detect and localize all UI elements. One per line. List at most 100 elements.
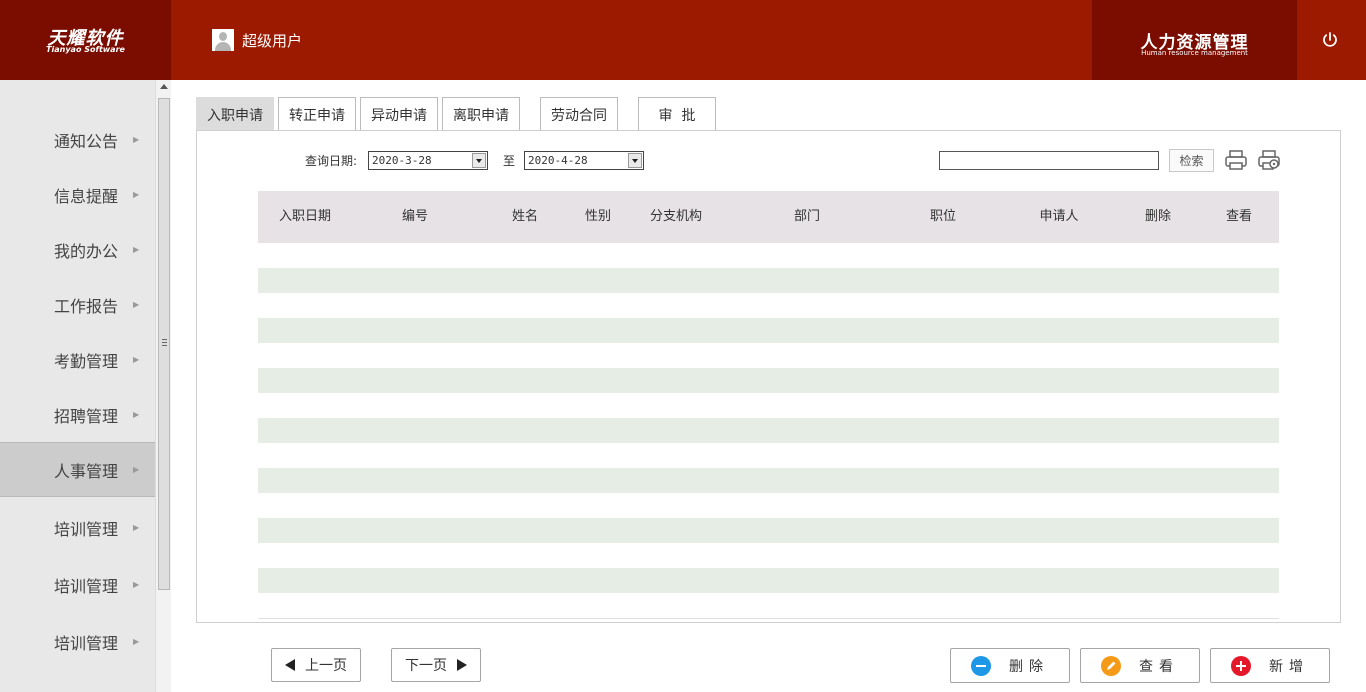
arrow-right-icon: ▶	[133, 410, 140, 419]
sidebar-item-label: 考勤管理	[54, 351, 119, 371]
sidebar-item-training[interactable]: 培训管理 ▶	[0, 500, 155, 555]
table-row[interactable]	[258, 243, 1279, 268]
tab-resignation[interactable]: 离职申请	[442, 97, 520, 131]
arrow-right-icon: ▶	[133, 190, 140, 199]
table-row[interactable]	[258, 468, 1279, 493]
prev-page-label: 上一页	[305, 658, 347, 674]
sidebar-item-attendance[interactable]: 考勤管理 ▶	[0, 332, 155, 387]
sidebar-item-label: 培训管理	[54, 576, 119, 596]
pencil-circle-icon	[1101, 655, 1121, 676]
column-header[interactable]: 职位	[930, 191, 956, 243]
tab-regularization[interactable]: 转正申请	[278, 97, 356, 131]
search-input[interactable]	[939, 151, 1159, 170]
sidebar-item-personnel[interactable]: 人事管理 ▶	[0, 442, 155, 497]
column-header[interactable]: 部门	[794, 191, 820, 243]
arrow-right-icon: ▶	[133, 135, 140, 144]
delete-label: 删除	[1009, 658, 1049, 675]
arrow-right-icon	[457, 659, 467, 671]
arrow-right-icon: ▶	[133, 580, 140, 589]
minus-circle-icon	[971, 655, 991, 676]
arrow-left-icon	[285, 659, 295, 671]
arrow-right-icon: ▶	[133, 300, 140, 309]
power-icon[interactable]	[1320, 30, 1340, 50]
view-button[interactable]: 查看	[1080, 648, 1200, 683]
start-date-select[interactable]: 2020-3-28	[368, 151, 488, 170]
search-button[interactable]: 检索	[1169, 149, 1214, 172]
table-row[interactable]	[258, 318, 1279, 343]
query-date-label: 查询日期:	[305, 154, 358, 168]
sidebar-item-label: 人事管理	[54, 461, 119, 481]
sidebar-item-reminder[interactable]: 信息提醒 ▶	[0, 167, 155, 222]
delete-button[interactable]: 删除	[950, 648, 1070, 683]
end-date-value: 2020-4-28	[528, 154, 588, 167]
table-row[interactable]	[258, 393, 1279, 418]
arrow-right-icon: ▶	[133, 637, 140, 646]
table-row[interactable]	[258, 543, 1279, 568]
sidebar-item-label: 招聘管理	[54, 406, 119, 426]
grip-icon	[162, 339, 167, 346]
table-row[interactable]	[258, 368, 1279, 393]
table-row[interactable]	[258, 493, 1279, 518]
table-row[interactable]	[258, 418, 1279, 443]
sidebar-scrollbar[interactable]	[155, 80, 171, 692]
user-name: 超级用户	[242, 31, 303, 50]
to-label: 至	[503, 154, 516, 168]
table-header: 入职日期 编号 姓名 性别 分支机构 部门 职位 申请人 删除 查看	[258, 191, 1279, 243]
sidebar-item-report[interactable]: 工作报告 ▶	[0, 277, 155, 332]
brand-logo: 天耀软件 Tianyao Software	[0, 0, 171, 80]
scroll-thumb[interactable]	[158, 98, 170, 590]
end-date-select[interactable]: 2020-4-28	[524, 151, 644, 170]
sidebar-item-label: 培训管理	[54, 519, 119, 539]
sidebar-item-notice[interactable]: 通知公告 ▶	[0, 112, 155, 167]
sidebar-item-label: 通知公告	[54, 131, 119, 151]
add-button[interactable]: 新增	[1210, 648, 1330, 683]
module-en-text: Human resource management	[1141, 49, 1248, 57]
arrow-right-icon: ▶	[133, 465, 140, 474]
plus-circle-icon	[1231, 655, 1251, 676]
current-user[interactable]: 超级用户	[212, 28, 302, 52]
tab-transfer[interactable]: 异动申请	[360, 97, 438, 131]
column-header[interactable]: 分支机构	[650, 191, 702, 243]
sidebar-item-training-3[interactable]: 培训管理 ▶	[0, 614, 155, 669]
sidebar: 通知公告 ▶ 信息提醒 ▶ 我的办公 ▶ 工作报告 ▶ 考勤管理 ▶ 招聘管理 …	[0, 80, 155, 692]
table-row[interactable]	[258, 268, 1279, 293]
app-header: 天耀软件 Tianyao Software 超级用户 人力资源管理 Human …	[0, 0, 1366, 80]
tab-labor-contract[interactable]: 劳动合同	[540, 97, 618, 131]
column-header[interactable]: 申请人	[1039, 191, 1078, 243]
scroll-up-icon[interactable]	[160, 84, 168, 89]
arrow-right-icon: ▶	[133, 355, 140, 364]
user-avatar-icon	[212, 29, 234, 51]
tab-approval[interactable]: 审 批	[638, 97, 716, 131]
column-header[interactable]: 查看	[1226, 191, 1252, 243]
sidebar-item-recruit[interactable]: 招聘管理 ▶	[0, 387, 155, 442]
sidebar-item-label: 信息提醒	[54, 186, 119, 206]
arrow-right-icon: ▶	[133, 523, 140, 532]
print-settings-icon[interactable]	[1257, 149, 1281, 171]
table-row[interactable]	[258, 343, 1279, 368]
table-row[interactable]	[258, 593, 1279, 618]
printer-icon[interactable]	[1224, 149, 1248, 171]
sidebar-item-office[interactable]: 我的办公 ▶	[0, 222, 155, 277]
sidebar-item-label: 工作报告	[54, 296, 119, 316]
tab-onboarding[interactable]: 入职申请	[196, 97, 274, 131]
start-date-value: 2020-3-28	[372, 154, 432, 167]
table-row[interactable]	[258, 568, 1279, 593]
table-row[interactable]	[258, 518, 1279, 543]
next-page-button[interactable]: 下一页	[391, 648, 481, 682]
table-row[interactable]	[258, 443, 1279, 468]
column-header[interactable]: 删除	[1145, 191, 1171, 243]
prev-page-button[interactable]: 上一页	[271, 648, 361, 682]
sidebar-item-training-2[interactable]: 培训管理 ▶	[0, 557, 155, 612]
column-header[interactable]: 性别	[585, 191, 611, 243]
column-header[interactable]: 入职日期	[279, 191, 331, 243]
view-label: 查看	[1139, 658, 1179, 675]
logo-en-text: Tianyao Software	[46, 45, 125, 54]
column-header[interactable]: 编号	[402, 191, 428, 243]
column-header[interactable]: 姓名	[512, 191, 538, 243]
dropdown-arrow-icon[interactable]	[472, 153, 486, 168]
module-title: 人力资源管理 Human resource management	[1092, 0, 1297, 80]
table-bottom-border	[258, 618, 1279, 619]
table-row[interactable]	[258, 293, 1279, 318]
dropdown-arrow-icon[interactable]	[628, 153, 642, 168]
next-page-label: 下一页	[405, 658, 447, 674]
